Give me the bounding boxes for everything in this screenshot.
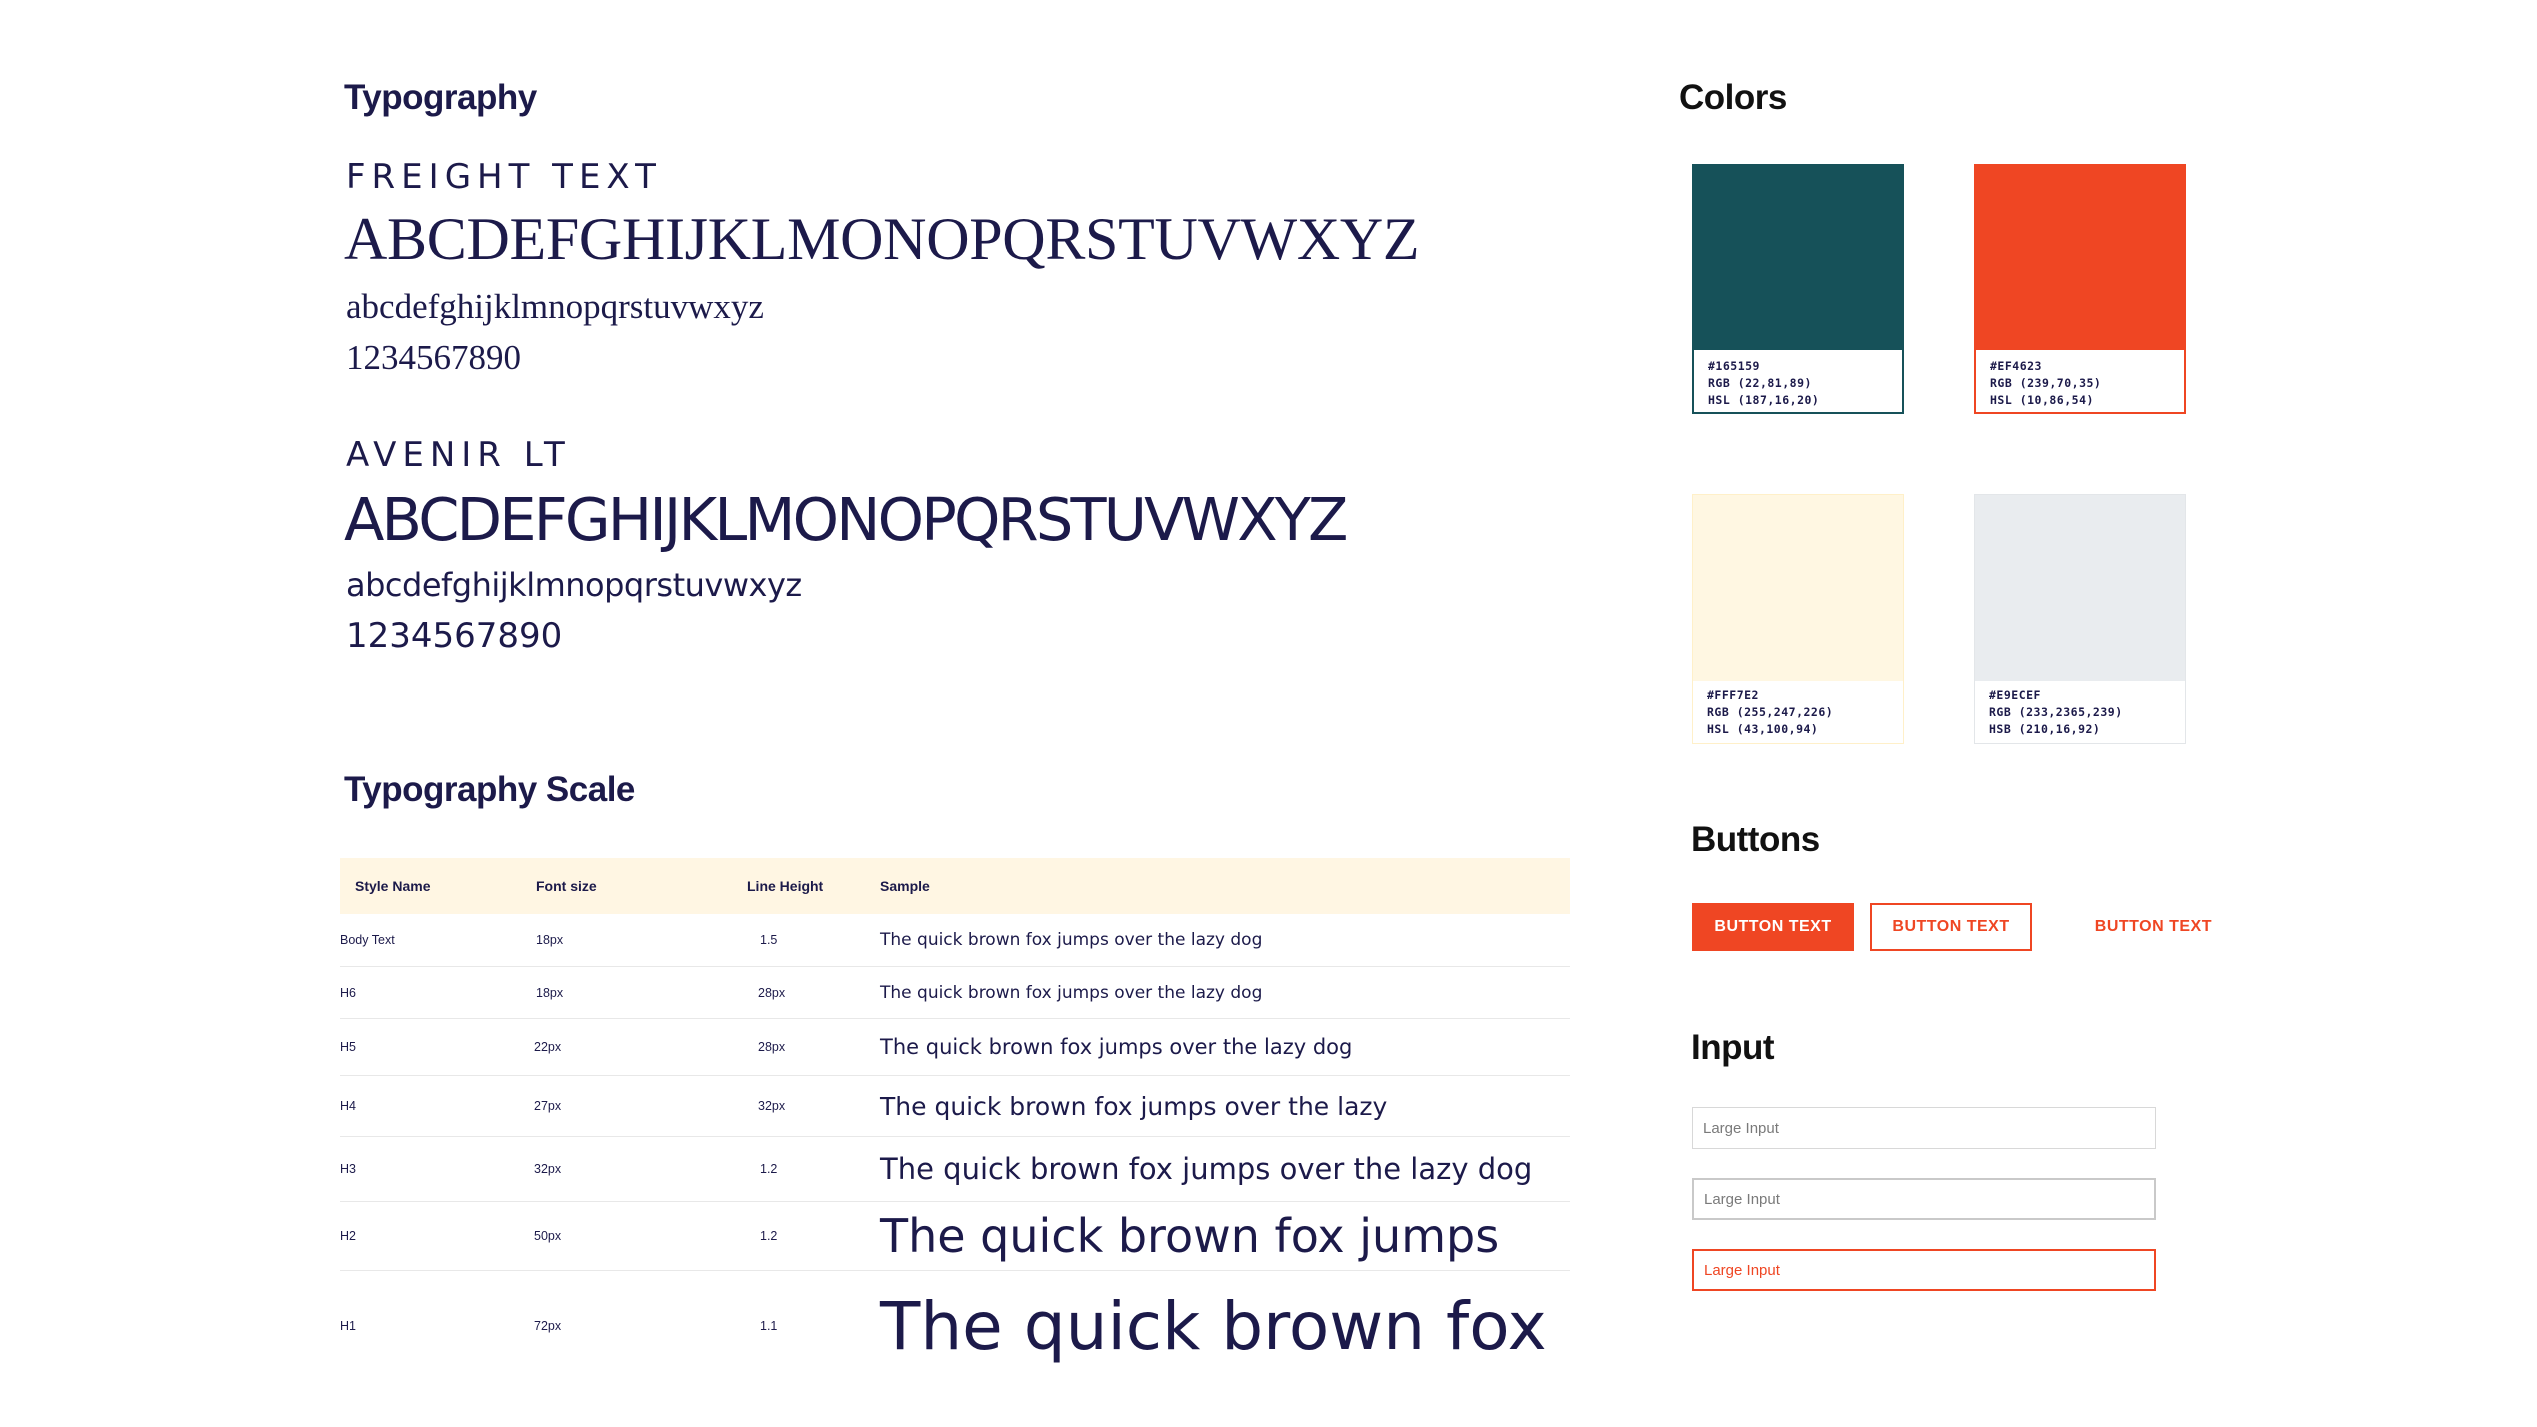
colors-title: Colors xyxy=(1679,78,1787,117)
swatch-hsl: HSL (43,100,94) xyxy=(1707,722,1819,736)
freight-lowercase: abcdefghijklmnopqrstuvwxyz xyxy=(346,287,764,326)
freight-numbers: 1234567890 xyxy=(346,338,521,377)
typography-title: Typography xyxy=(344,78,537,117)
color-swatch-teal: #165159 RGB (22,81,89) HSL (187,16,20) xyxy=(1692,164,1904,414)
row-sample: The quick brown fox jumps xyxy=(880,1209,1500,1263)
table-header: Style Name Font size Line Height Sample xyxy=(340,858,1570,914)
avenir-uppercase: ABCDEFGHIJKLMONOPQRSTUVWXYZ xyxy=(344,485,1348,554)
row-style: H5 xyxy=(340,1040,356,1054)
color-swatch-orange: #EF4623 RGB (239,70,35) HSL (10,86,54) xyxy=(1974,164,2186,414)
row-sample: The quick brown fox jumps over the lazy … xyxy=(880,1152,1533,1186)
table-row: H4 27px 32px The quick brown fox jumps o… xyxy=(340,1076,1570,1137)
row-style: H4 xyxy=(340,1099,356,1113)
header-sample: Sample xyxy=(880,878,930,894)
table-row: H6 18px 28px The quick brown fox jumps o… xyxy=(340,967,1570,1019)
row-line-height: 1.2 xyxy=(760,1229,778,1243)
swatch-fill xyxy=(1976,166,2184,350)
primary-button[interactable]: BUTTON TEXT xyxy=(1692,903,1854,951)
buttons-title: Buttons xyxy=(1691,820,1820,859)
row-sample: The quick brown fox jumps over the lazy … xyxy=(880,982,1263,1003)
row-line-height: 28px xyxy=(758,985,786,1000)
swatch-hsl: HSL (10,86,54) xyxy=(1990,393,2094,407)
color-swatch-gray: #E9ECEF RGB (233,2365,239) HSB (210,16,9… xyxy=(1974,494,2186,744)
swatch-hsb: HSB (210,16,92) xyxy=(1989,722,2101,736)
input-title: Input xyxy=(1691,1028,1775,1067)
large-input-focused[interactable] xyxy=(1692,1178,2156,1220)
swatch-hex: #FFF7E2 xyxy=(1707,688,1759,702)
table-row: Body Text 18px 1.5 The quick brown fox j… xyxy=(340,914,1570,967)
avenir-numbers: 1234567890 xyxy=(346,616,563,656)
header-style-name: Style Name xyxy=(355,878,431,894)
swatch-rgb: RGB (255,247,226) xyxy=(1707,705,1834,719)
header-line-height: Line Height xyxy=(747,878,824,894)
avenir-lowercase: abcdefghijklmnopqrstuvwxyz xyxy=(346,566,802,604)
row-size: 18px xyxy=(536,985,564,1000)
row-line-height: 28px xyxy=(758,1040,786,1054)
row-size: 18px xyxy=(536,933,564,947)
row-line-height: 1.2 xyxy=(760,1162,778,1176)
row-size: 72px xyxy=(534,1319,562,1333)
swatch-hex: #EF4623 xyxy=(1990,359,2042,373)
outline-button[interactable]: BUTTON TEXT xyxy=(1870,903,2032,951)
row-style: H2 xyxy=(340,1229,356,1243)
row-size: 32px xyxy=(534,1162,562,1176)
typography-scale-title: Typography Scale xyxy=(344,770,635,809)
swatch-rgb: RGB (22,81,89) xyxy=(1708,376,1812,390)
font-name-avenir: AVENIR LT xyxy=(346,435,571,475)
text-button[interactable]: BUTTON TEXT xyxy=(2050,903,2212,951)
font-name-freight: FREIGHT TEXT xyxy=(346,157,662,197)
row-size: 27px xyxy=(534,1099,562,1113)
swatch-fill xyxy=(1694,166,1902,350)
swatch-rgb: RGB (239,70,35) xyxy=(1990,376,2102,390)
row-style: Body Text xyxy=(340,933,395,947)
swatch-hex: #E9ECEF xyxy=(1989,688,2041,702)
freight-uppercase: ABCDEFGHIJKLMONOPQRSTUVWXYZ xyxy=(344,206,1420,272)
swatch-info: #EF4623 RGB (239,70,35) HSL (10,86,54) xyxy=(1990,358,2101,409)
large-input-error[interactable] xyxy=(1692,1249,2156,1291)
swatch-fill xyxy=(1693,495,1903,681)
row-size: 50px xyxy=(534,1229,562,1243)
row-size: 22px xyxy=(534,1040,562,1054)
row-style: H6 xyxy=(340,985,356,1000)
large-input-default[interactable] xyxy=(1692,1107,2156,1149)
swatch-info: #FFF7E2 RGB (255,247,226) HSL (43,100,94… xyxy=(1707,687,1833,738)
row-sample: The quick brown fox jumps over the lazy … xyxy=(880,1035,1353,1059)
row-line-height: 32px xyxy=(758,1099,786,1113)
color-swatch-cream: #FFF7E2 RGB (255,247,226) HSL (43,100,94… xyxy=(1692,494,1904,744)
row-line-height: 1.5 xyxy=(760,933,778,947)
table-row: H5 22px 28px The quick brown fox jumps o… xyxy=(340,1019,1570,1076)
swatch-info: #E9ECEF RGB (233,2365,239) HSB (210,16,9… xyxy=(1989,687,2123,738)
row-sample: The quick brown fox xyxy=(880,1287,1547,1365)
swatch-info: #165159 RGB (22,81,89) HSL (187,16,20) xyxy=(1708,358,1819,409)
swatch-fill xyxy=(1975,495,2185,681)
row-sample: The quick brown fox jumps over the lazy … xyxy=(880,930,1263,950)
row-line-height: 1.1 xyxy=(760,1319,778,1333)
swatch-hsl: HSL (187,16,20) xyxy=(1708,393,1820,407)
swatch-hex: #165159 xyxy=(1708,359,1760,373)
row-style: H1 xyxy=(340,1319,356,1333)
row-style: H3 xyxy=(340,1162,356,1176)
row-sample: The quick brown fox jumps over the lazy xyxy=(880,1091,1388,1121)
swatch-rgb: RGB (233,2365,239) xyxy=(1989,705,2123,719)
table-row: H2 50px 1.2 The quick brown fox jumps xyxy=(340,1202,1570,1271)
typography-scale-table: Style Name Font size Line Height Sample … xyxy=(340,858,1570,1381)
header-font-size: Font size xyxy=(536,878,597,894)
table-row: H3 32px 1.2 The quick brown fox jumps ov… xyxy=(340,1137,1570,1202)
table-row: H1 72px 1.1 The quick brown fox xyxy=(340,1271,1570,1381)
